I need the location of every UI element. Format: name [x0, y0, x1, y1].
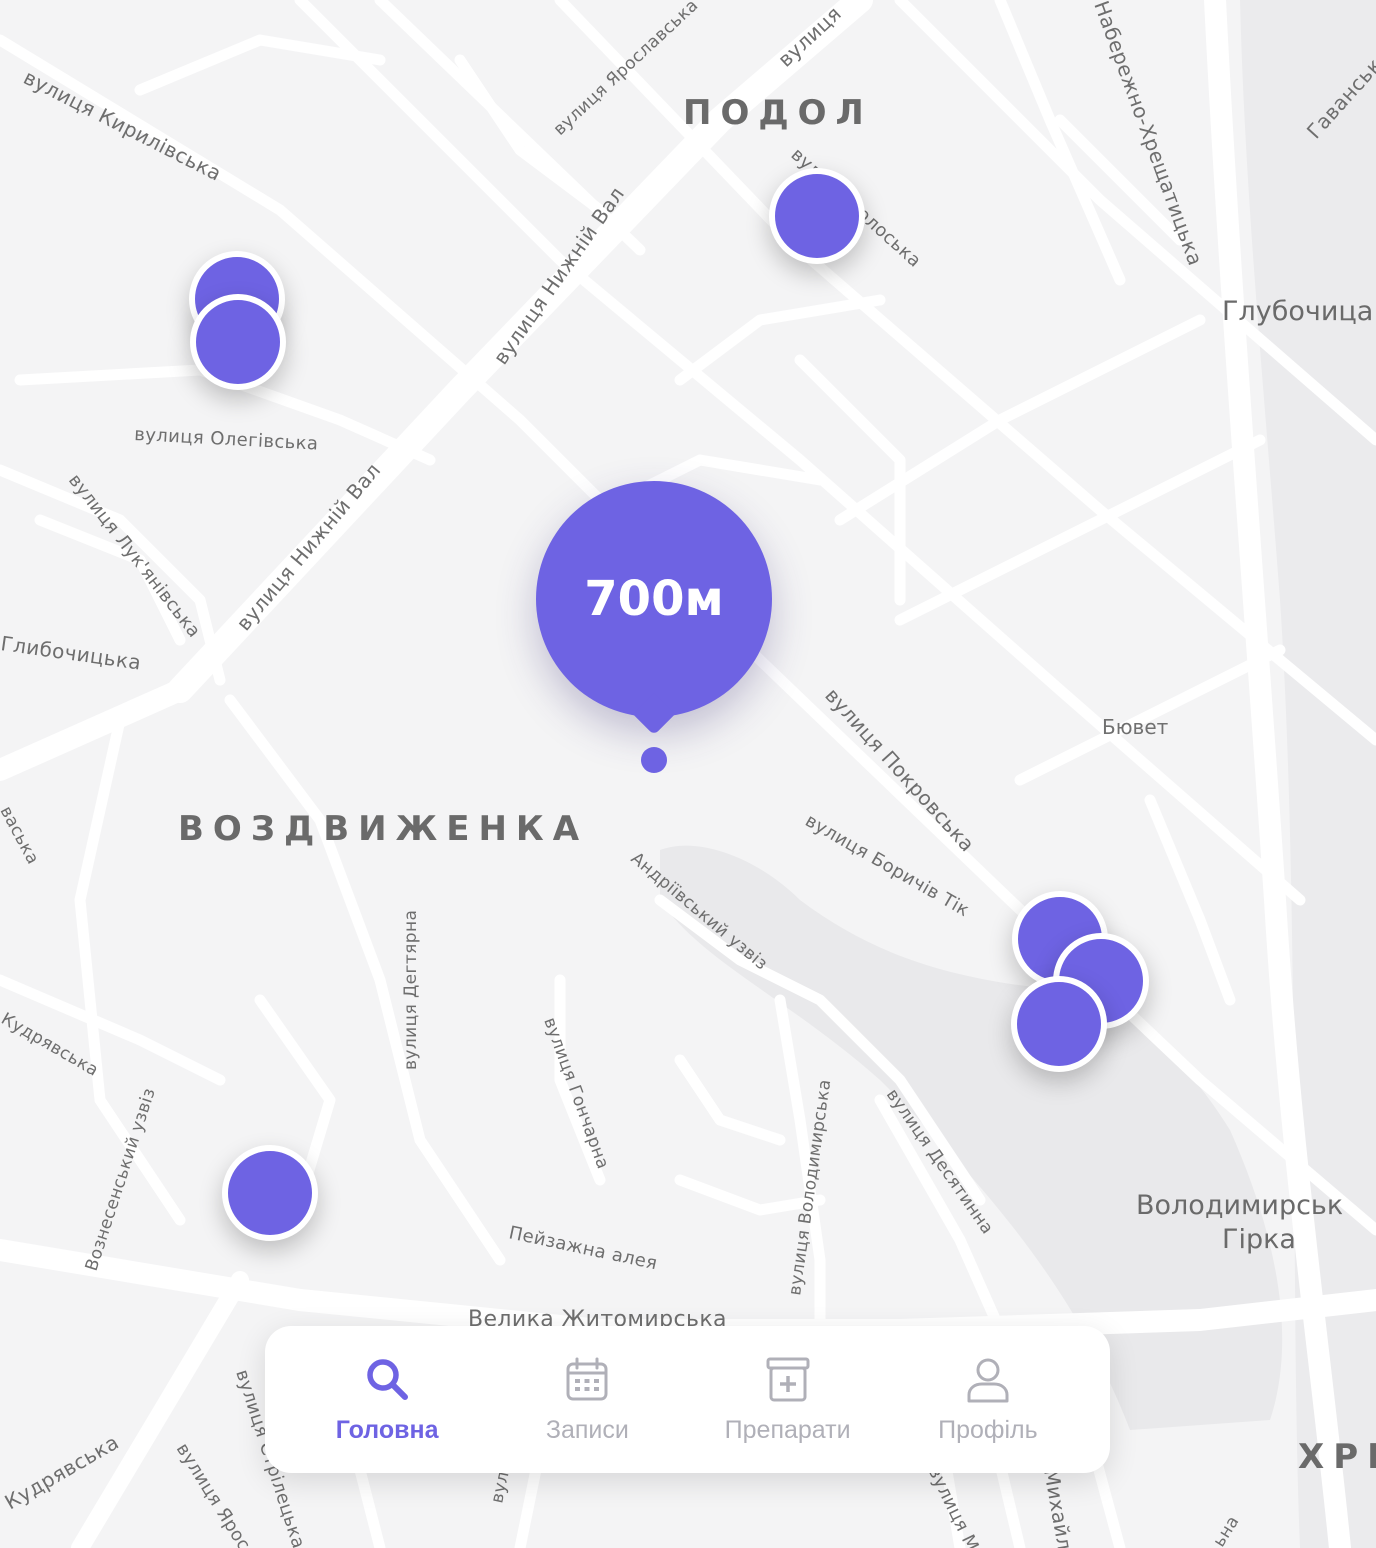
district-label: ПОДОЛ: [683, 93, 873, 133]
place-label: Глубочица: [1222, 296, 1373, 327]
calendar-icon: [566, 1357, 608, 1401]
search-icon: [367, 1359, 409, 1400]
map[interactable]: ПОДОЛ ВОЗДВИЖЕНКА ХРЕ Глубочица Володими…: [0, 0, 1376, 1548]
pharmacy-marker[interactable]: [1011, 976, 1107, 1072]
tab-label: Препарати: [724, 1416, 851, 1444]
district-label: ВОЗДВИЖЕНКА: [178, 809, 588, 849]
tab-label: Записи: [545, 1416, 629, 1444]
tab-label: Профіль: [938, 1416, 1038, 1444]
place-label: Володимирськ: [1136, 1190, 1343, 1221]
user-icon: [967, 1358, 1009, 1403]
place-label: Гірка: [1222, 1224, 1296, 1255]
bottom-tab-bar: Головна Записи Препарати Профіль: [265, 1326, 1110, 1473]
pharmacy-marker[interactable]: [190, 294, 286, 390]
current-location-dot: [641, 747, 667, 773]
pharmacy-box-icon: [766, 1357, 810, 1402]
tab-home[interactable]: Головна: [292, 1354, 482, 1445]
pharmacy-marker[interactable]: [222, 1145, 318, 1241]
tab-label: Головна: [335, 1416, 439, 1444]
tab-medicines[interactable]: Препарати: [693, 1354, 883, 1445]
search-radius-bubble[interactable]: 700м: [536, 481, 772, 717]
district-label: ХРЕ: [1298, 1437, 1376, 1477]
search-radius-label: 700м: [584, 571, 724, 627]
tab-profile[interactable]: Профіль: [893, 1354, 1083, 1445]
poi-label: Бювет: [1102, 715, 1169, 739]
street-label: вулиця Дегтярна: [401, 910, 421, 1070]
tab-appointments[interactable]: Записи: [492, 1354, 682, 1445]
pharmacy-marker[interactable]: [769, 168, 865, 264]
